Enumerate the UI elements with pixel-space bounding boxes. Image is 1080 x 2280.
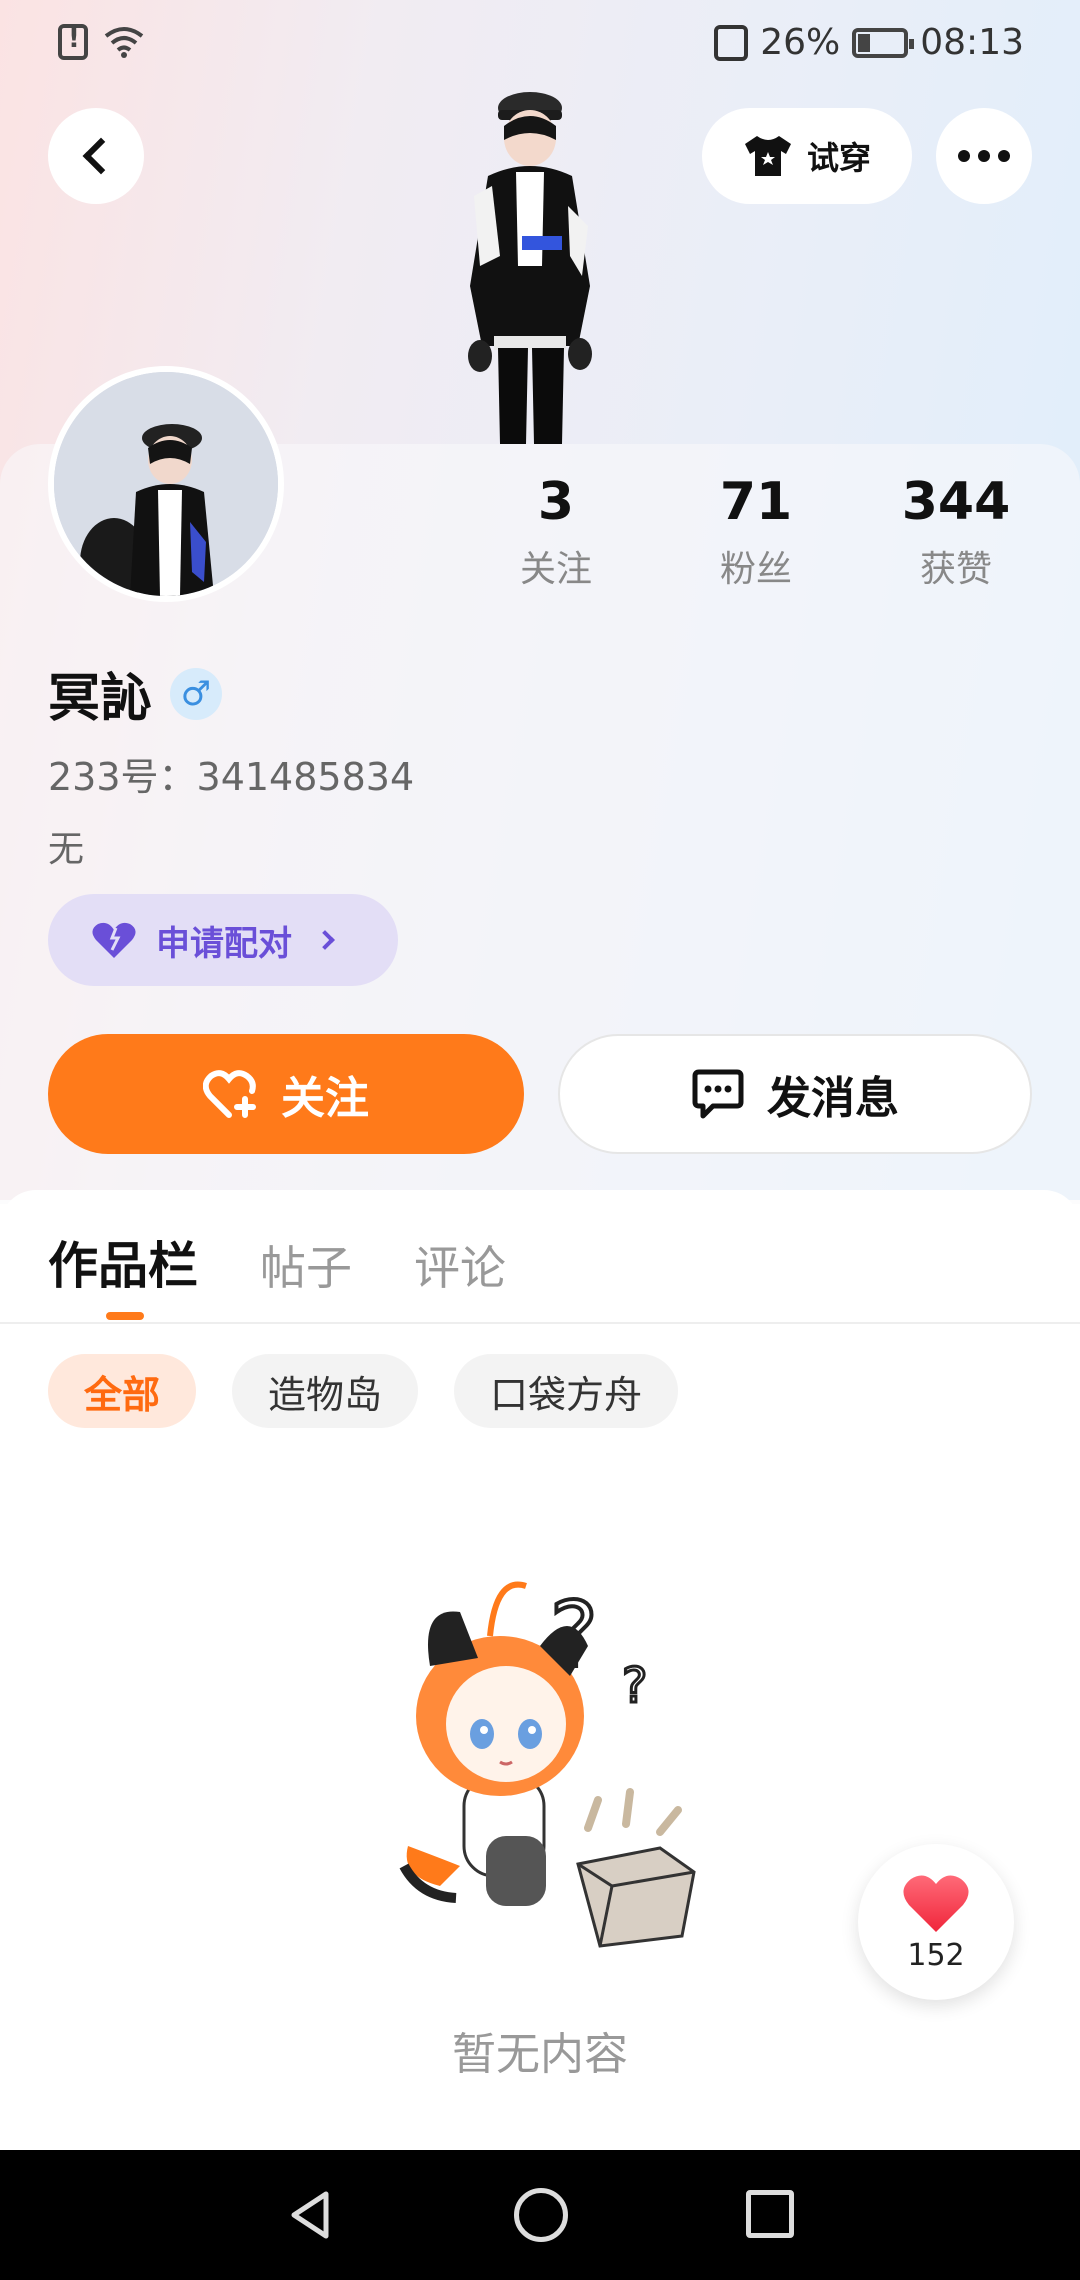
chevron-left-icon xyxy=(82,137,120,175)
send-message-label: 发消息 xyxy=(767,1073,899,1124)
status-bar: 26% 08:13 xyxy=(0,0,1080,90)
tab-bar: 作品栏 帖子 评论 xyxy=(48,1226,506,1298)
male-gender-icon: ♂ xyxy=(170,667,223,720)
stat-label: 粉丝 xyxy=(719,549,792,590)
username-row: 冥訫 ♂ xyxy=(48,656,223,731)
alert-icon xyxy=(58,24,88,60)
like-floating-button[interactable]: 152 xyxy=(858,1844,1014,2000)
stat-label: 获赞 xyxy=(919,549,992,590)
battery-icon xyxy=(852,27,915,58)
chat-bubble-icon xyxy=(692,1069,744,1119)
svg-text:?: ? xyxy=(622,1658,647,1714)
empty-state-text: 暂无内容 xyxy=(452,2029,628,2080)
user-bio: 无 xyxy=(48,829,85,870)
clock: 08:13 xyxy=(920,22,1024,63)
battery-percent: 26% xyxy=(760,22,841,63)
like-count: 152 xyxy=(907,1937,965,1973)
send-message-button[interactable]: 发消息 xyxy=(558,1034,1032,1154)
stat-following[interactable]: 3 关注 xyxy=(456,472,656,592)
stat-likes[interactable]: 344 获赞 xyxy=(856,472,1056,592)
filter-chip-all[interactable]: 全部 xyxy=(48,1354,197,1428)
empty-state-illustration: ? ? xyxy=(399,1581,696,1948)
active-tab-indicator xyxy=(106,1312,144,1320)
follow-button[interactable]: 关注 xyxy=(48,1034,524,1154)
more-dot-icon xyxy=(958,150,970,162)
chevron-right-icon xyxy=(315,930,335,950)
character-figure xyxy=(468,92,592,444)
stat-value: 3 xyxy=(537,472,575,532)
stat-followers[interactable]: 71 粉丝 xyxy=(656,472,856,592)
request-pair-button[interactable]: 申请配对 xyxy=(48,894,398,986)
tab-comments[interactable]: 评论 xyxy=(414,1232,506,1298)
stat-value: 344 xyxy=(901,472,1011,532)
follow-label: 关注 xyxy=(281,1073,369,1124)
request-pair-label: 申请配对 xyxy=(156,923,292,964)
username: 冥訫 xyxy=(48,669,153,729)
stat-label: 关注 xyxy=(519,549,592,590)
user-id: 233号：341485834 xyxy=(48,755,415,799)
more-button[interactable] xyxy=(936,108,1032,204)
heart-pair-icon xyxy=(92,922,136,958)
wifi-icon xyxy=(104,27,144,58)
nav-home-icon[interactable] xyxy=(514,2188,568,2242)
more-dot-icon xyxy=(978,150,990,162)
stat-value: 71 xyxy=(719,472,793,532)
system-navigation-bar xyxy=(0,2150,1080,2280)
avatar[interactable] xyxy=(48,366,284,606)
filter-chips: 全部 造物岛 口袋方舟 xyxy=(48,1354,679,1428)
filter-chip-creation-island[interactable]: 造物岛 xyxy=(232,1354,419,1428)
avatar-image xyxy=(54,372,278,606)
heart-plus-icon xyxy=(203,1070,256,1118)
nav-back-icon[interactable] xyxy=(286,2190,336,2240)
tab-works[interactable]: 作品栏 xyxy=(48,1226,198,1298)
try-on-button[interactable]: 试穿 xyxy=(702,108,912,204)
heart-icon xyxy=(903,1874,969,1932)
back-button[interactable] xyxy=(48,108,144,204)
filter-chip-pocket-ark[interactable]: 口袋方舟 xyxy=(454,1354,679,1428)
shirt-icon xyxy=(744,136,791,176)
try-on-label: 试穿 xyxy=(806,139,871,177)
stats-row: 3 关注 71 粉丝 344 获赞 xyxy=(456,472,1056,592)
tab-posts[interactable]: 帖子 xyxy=(260,1232,352,1298)
more-dot-icon xyxy=(998,150,1010,162)
content-panel: 作品栏 帖子 评论 全部 造物岛 口袋方舟 ? ? 暂无内容 xyxy=(0,1190,1080,2150)
divider xyxy=(0,1322,1080,1324)
vibrate-icon xyxy=(714,24,749,61)
nav-recents-icon[interactable] xyxy=(746,2190,794,2238)
